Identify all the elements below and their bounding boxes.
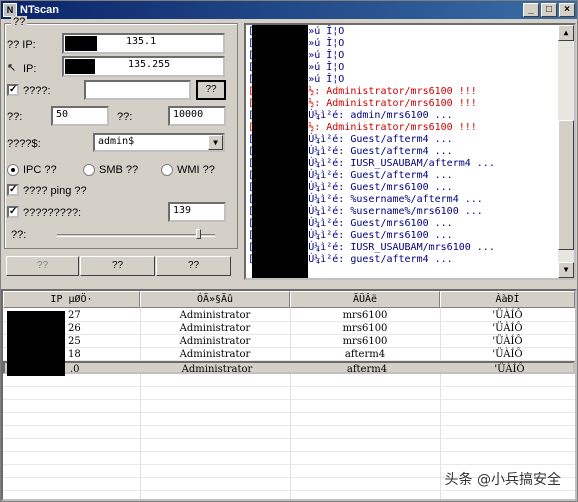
exit-button[interactable]: ??	[156, 256, 231, 276]
table-row[interactable]: .0 Administrator afterm4 'ÜÀÍÔ	[3, 361, 575, 375]
grid-line	[3, 490, 575, 491]
cell-user: Administrator	[179, 349, 251, 360]
grid-line	[3, 386, 575, 387]
cursor-icon: ↖	[7, 62, 17, 74]
grid-line	[3, 399, 575, 400]
redacted-block	[65, 36, 97, 51]
cell-ip: 27	[68, 310, 81, 321]
start-ip-label: ?? IP:	[7, 39, 36, 51]
ping-label: ???? ping ??	[23, 185, 87, 197]
redacted-block	[7, 311, 65, 376]
redacted-block	[252, 25, 308, 278]
threads-label: ??:	[7, 111, 23, 123]
end-ip-value: 135.255	[128, 59, 171, 70]
watermark: 头条 @小兵搞安全	[444, 472, 561, 488]
cell-ip: 18	[68, 349, 81, 360]
port-input[interactable]: 139	[168, 202, 226, 222]
share-label: ????$:	[7, 138, 41, 150]
scroll-up-icon[interactable]: ▲	[558, 25, 574, 41]
table-row[interactable]: 27 Administrator mrs6100 'ÜÀÍÔ	[3, 309, 575, 322]
cell-type: 'ÜÀÍÔ	[492, 323, 523, 334]
radio-wmi[interactable]	[161, 164, 173, 176]
radio-ipc-label: IPC ??	[23, 164, 57, 176]
port-checkbox[interactable]: ✓	[7, 206, 19, 218]
cell-user: Administrator	[179, 336, 251, 347]
radio-smb[interactable]	[83, 164, 95, 176]
start-ip-value: 135.1	[126, 36, 157, 47]
browse-button[interactable]: ??	[196, 80, 226, 100]
threads-input[interactable]: 50	[51, 106, 109, 126]
cell-user: Administrator	[179, 310, 251, 321]
header-ip[interactable]: IP µØÖ·	[3, 291, 140, 308]
cell-ip: 26	[68, 323, 81, 334]
results-table[interactable]: IP µØÖ· ÓÃ»§Ãû ÃÜÂë ÀàÐÍ 27 Administrator…	[1, 289, 577, 501]
cell-user: Administrator	[181, 364, 253, 375]
close-button[interactable]: ×	[559, 3, 575, 17]
dict-label: ????:	[23, 85, 51, 97]
main-window: N NTscan _ □ × ?? ?? IP: 135.1 ↖ IP: 135…	[0, 0, 578, 502]
speed-label: ??:	[11, 229, 27, 241]
share-value: admin$	[98, 136, 135, 147]
cell-type: 'ÜÀÍÔ	[494, 364, 525, 375]
cell-pass: afterm4	[346, 364, 388, 375]
minimize-button[interactable]: _	[523, 3, 539, 17]
cell-ip: 25	[68, 336, 81, 347]
timeout-label: ??:	[117, 111, 133, 123]
scan-log[interactable]: [ 254]: Õ÷»ú Î¦O[ 249]: Õ÷»ú Î¦O[ 252]: …	[244, 23, 576, 280]
window-title: NTscan	[20, 4, 59, 16]
header-type[interactable]: ÀàÐÍ	[440, 291, 575, 308]
end-ip-label: IP:	[23, 63, 37, 75]
grid-line	[3, 464, 575, 465]
share-select[interactable]: admin$ ▼	[93, 133, 225, 152]
scroll-down-icon[interactable]: ▼	[558, 262, 574, 278]
scrollbar-thumb[interactable]	[558, 120, 574, 250]
cell-type: 'ÜÀÍÔ	[492, 310, 523, 321]
grid-line	[3, 438, 575, 439]
cell-user: Administrator	[179, 323, 251, 334]
title-bar[interactable]: N NTscan _ □ ×	[1, 1, 577, 19]
ping-checkbox[interactable]: ✓	[7, 184, 19, 196]
options-legend: ??	[11, 16, 28, 28]
cell-type: 'ÜÀÍÔ	[492, 349, 523, 360]
speed-slider-track[interactable]	[57, 234, 215, 237]
dict-input[interactable]	[84, 80, 191, 100]
cell-type: 'ÜÀÍÔ	[492, 336, 523, 347]
grid-line	[3, 425, 575, 426]
port-label: ?????????:	[23, 207, 82, 219]
speed-slider-thumb[interactable]	[196, 229, 201, 239]
start-button[interactable]: ??	[6, 256, 79, 276]
table-row[interactable]: 18 Administrator afterm4 'ÜÀÍÔ	[3, 348, 575, 361]
log-scrollbar[interactable]: ▲ ▼	[558, 25, 574, 278]
radio-ipc[interactable]	[7, 164, 19, 176]
cell-ip: .0	[70, 364, 80, 375]
app-icon: N	[3, 3, 17, 17]
maximize-button[interactable]: □	[541, 3, 557, 17]
header-user[interactable]: ÓÃ»§Ãû	[140, 291, 290, 308]
table-row[interactable]: 26 Administrator mrs6100 'ÜÀÍÔ	[3, 322, 575, 335]
cell-pass: mrs6100	[342, 310, 388, 321]
timeout-input[interactable]: 10000	[168, 106, 226, 126]
dict-checkbox[interactable]: ✓	[7, 84, 19, 96]
table-row[interactable]: 25 Administrator mrs6100 'ÜÀÍÔ	[3, 335, 575, 348]
cell-pass: mrs6100	[342, 323, 388, 334]
grid-line	[3, 412, 575, 413]
radio-smb-label: SMB ??	[99, 164, 139, 176]
cell-pass: afterm4	[344, 349, 386, 360]
grid-line	[3, 451, 575, 452]
header-password[interactable]: ÃÜÂë	[290, 291, 440, 308]
cell-pass: mrs6100	[342, 336, 388, 347]
stop-button[interactable]: ??	[80, 256, 155, 276]
redacted-block	[65, 59, 95, 74]
chevron-down-icon[interactable]: ▼	[208, 135, 223, 150]
radio-wmi-label: WMI ??	[177, 164, 215, 176]
